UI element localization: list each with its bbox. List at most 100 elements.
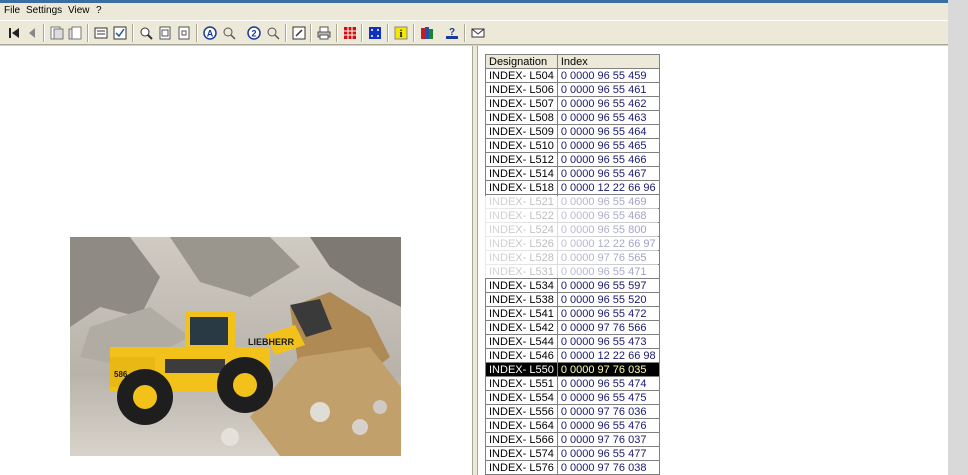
index-cell[interactable]: 0 0000 96 55 597 [556,278,660,293]
page-two-icon[interactable] [176,25,192,41]
back-icon[interactable] [24,25,40,41]
table-row[interactable]: INDEX- L526 0 0000 12 22 66 97 [485,236,660,251]
index-cell[interactable]: 0 0000 12 22 66 97 [556,236,660,251]
table-row[interactable]: INDEX- L531 0 0000 96 55 471 [485,264,660,279]
designation-cell[interactable]: INDEX- L506 [485,82,558,97]
mail-icon[interactable] [470,25,486,41]
designation-cell[interactable]: INDEX- L564 [485,418,558,433]
designation-cell[interactable]: INDEX- L546 [485,348,558,363]
index-cell[interactable]: 0 0000 96 55 472 [556,306,660,321]
index-cell[interactable]: 0 0000 96 55 800 [556,222,660,237]
index-cell[interactable]: 0 0000 97 76 037 [556,432,660,447]
table-row[interactable]: INDEX- L550 0 0000 97 76 035 [485,362,660,377]
info-icon[interactable]: i [393,25,409,41]
image-pane[interactable]: LIEBHERR 586 [0,46,472,475]
index-cell[interactable]: 0 0000 12 22 66 96 [556,180,660,195]
designation-cell[interactable]: INDEX- L521 [485,194,558,209]
table-row[interactable]: INDEX- L522 0 0000 96 55 468 [485,208,660,223]
first-icon[interactable] [6,25,22,41]
table-row[interactable]: INDEX- L576 0 0000 97 76 038 [485,460,660,475]
designation-cell[interactable]: INDEX- L576 [485,460,558,475]
table-row[interactable]: INDEX- L546 0 0000 12 22 66 98 [485,348,660,363]
index-cell[interactable]: 0 0000 96 55 474 [556,376,660,391]
search-a-icon[interactable]: A [202,25,218,41]
menu-settings[interactable]: Settings [26,5,62,17]
table-row[interactable]: INDEX- L534 0 0000 96 55 597 [485,278,660,293]
print-icon[interactable] [316,25,332,41]
designation-cell[interactable]: INDEX- L554 [485,390,558,405]
table-row[interactable]: INDEX- L504 0 0000 96 55 459 [485,68,660,83]
index-cell[interactable]: 0 0000 97 76 036 [556,404,660,419]
designation-cell[interactable]: INDEX- L514 [485,166,558,181]
index-cell[interactable]: 0 0000 96 55 475 [556,390,660,405]
index-cell[interactable]: 0 0000 96 55 469 [556,194,660,209]
table-row[interactable]: INDEX- L509 0 0000 96 55 464 [485,124,660,139]
column-header-designation[interactable]: Designation [485,54,558,69]
designation-cell[interactable]: INDEX- L534 [485,278,558,293]
designation-cell[interactable]: INDEX- L524 [485,222,558,237]
table-row[interactable]: INDEX- L538 0 0000 96 55 520 [485,292,660,307]
index-cell[interactable]: 0 0000 96 55 462 [556,96,660,111]
designation-cell[interactable]: INDEX- L512 [485,152,558,167]
table-row[interactable]: INDEX- L507 0 0000 96 55 462 [485,96,660,111]
index-cell[interactable]: 0 0000 96 55 461 [556,82,660,97]
index-cell[interactable]: 0 0000 96 55 466 [556,152,660,167]
index-cell[interactable]: 0 0000 97 76 565 [556,250,660,265]
index-cell[interactable]: 0 0000 96 55 459 [556,68,660,83]
check-list-icon[interactable] [112,25,128,41]
menu-help[interactable]: ? [96,5,102,17]
index-cell[interactable]: 0 0000 96 55 477 [556,446,660,461]
table-row[interactable]: INDEX- L508 0 0000 96 55 463 [485,110,660,125]
designation-cell[interactable]: INDEX- L528 [485,250,558,265]
help-icon[interactable]: ? [444,25,460,41]
designation-cell[interactable]: INDEX- L541 [485,306,558,321]
blue-grid-icon[interactable] [367,25,383,41]
next-page-icon[interactable] [67,25,83,41]
prev-page-icon[interactable] [49,25,65,41]
index-cell[interactable]: 0 0000 97 76 566 [556,320,660,335]
table-row[interactable]: INDEX- L556 0 0000 97 76 036 [485,404,660,419]
table-row[interactable]: INDEX- L506 0 0000 96 55 461 [485,82,660,97]
index-cell[interactable]: 0 0000 12 22 66 98 [556,348,660,363]
index-cell[interactable]: 0 0000 96 55 465 [556,138,660,153]
table-row[interactable]: INDEX- L551 0 0000 96 55 474 [485,376,660,391]
index-cell[interactable]: 0 0000 96 55 520 [556,292,660,307]
table-row[interactable]: INDEX- L554 0 0000 96 55 475 [485,390,660,405]
designation-cell[interactable]: INDEX- L542 [485,320,558,335]
table-row[interactable]: INDEX- L544 0 0000 96 55 473 [485,334,660,349]
grid-icon[interactable] [342,25,358,41]
index-cell[interactable]: 0 0000 96 55 473 [556,334,660,349]
table-row[interactable]: INDEX- L518 0 0000 12 22 66 96 [485,180,660,195]
table-row[interactable]: INDEX- L514 0 0000 96 55 467 [485,166,660,181]
list-icon[interactable] [93,25,109,41]
index-cell[interactable]: 0 0000 96 55 471 [556,264,660,279]
designation-cell[interactable]: INDEX- L518 [485,180,558,195]
designation-cell[interactable]: INDEX- L509 [485,124,558,139]
table-row[interactable]: INDEX- L542 0 0000 97 76 566 [485,320,660,335]
index-cell[interactable]: 0 0000 96 55 468 [556,208,660,223]
table-row[interactable]: INDEX- L524 0 0000 96 55 800 [485,222,660,237]
designation-cell[interactable]: INDEX- L566 [485,432,558,447]
table-row[interactable]: INDEX- L521 0 0000 96 55 469 [485,194,660,209]
menu-view[interactable]: View [68,5,90,17]
designation-cell[interactable]: INDEX- L507 [485,96,558,111]
designation-cell[interactable]: INDEX- L526 [485,236,558,251]
table-row[interactable]: INDEX- L541 0 0000 96 55 472 [485,306,660,321]
designation-cell[interactable]: INDEX- L504 [485,68,558,83]
table-row[interactable]: INDEX- L510 0 0000 96 55 465 [485,138,660,153]
designation-cell[interactable]: INDEX- L550 [485,362,558,377]
designation-cell[interactable]: INDEX- L531 [485,264,558,279]
designation-cell[interactable]: INDEX- L522 [485,208,558,223]
zoom-icon[interactable] [138,25,154,41]
table-row[interactable]: INDEX- L564 0 0000 96 55 476 [485,418,660,433]
search-a-next-icon[interactable] [221,25,237,41]
books-icon[interactable] [419,25,435,41]
designation-cell[interactable]: INDEX- L556 [485,404,558,419]
index-cell[interactable]: 0 0000 97 76 035 [556,362,660,377]
designation-cell[interactable]: INDEX- L544 [485,334,558,349]
search-2-icon[interactable]: 2 [246,25,262,41]
table-row[interactable]: INDEX- L528 0 0000 97 76 565 [485,250,660,265]
designation-cell[interactable]: INDEX- L551 [485,376,558,391]
edit-icon[interactable] [291,25,307,41]
table-row[interactable]: INDEX- L512 0 0000 96 55 466 [485,152,660,167]
